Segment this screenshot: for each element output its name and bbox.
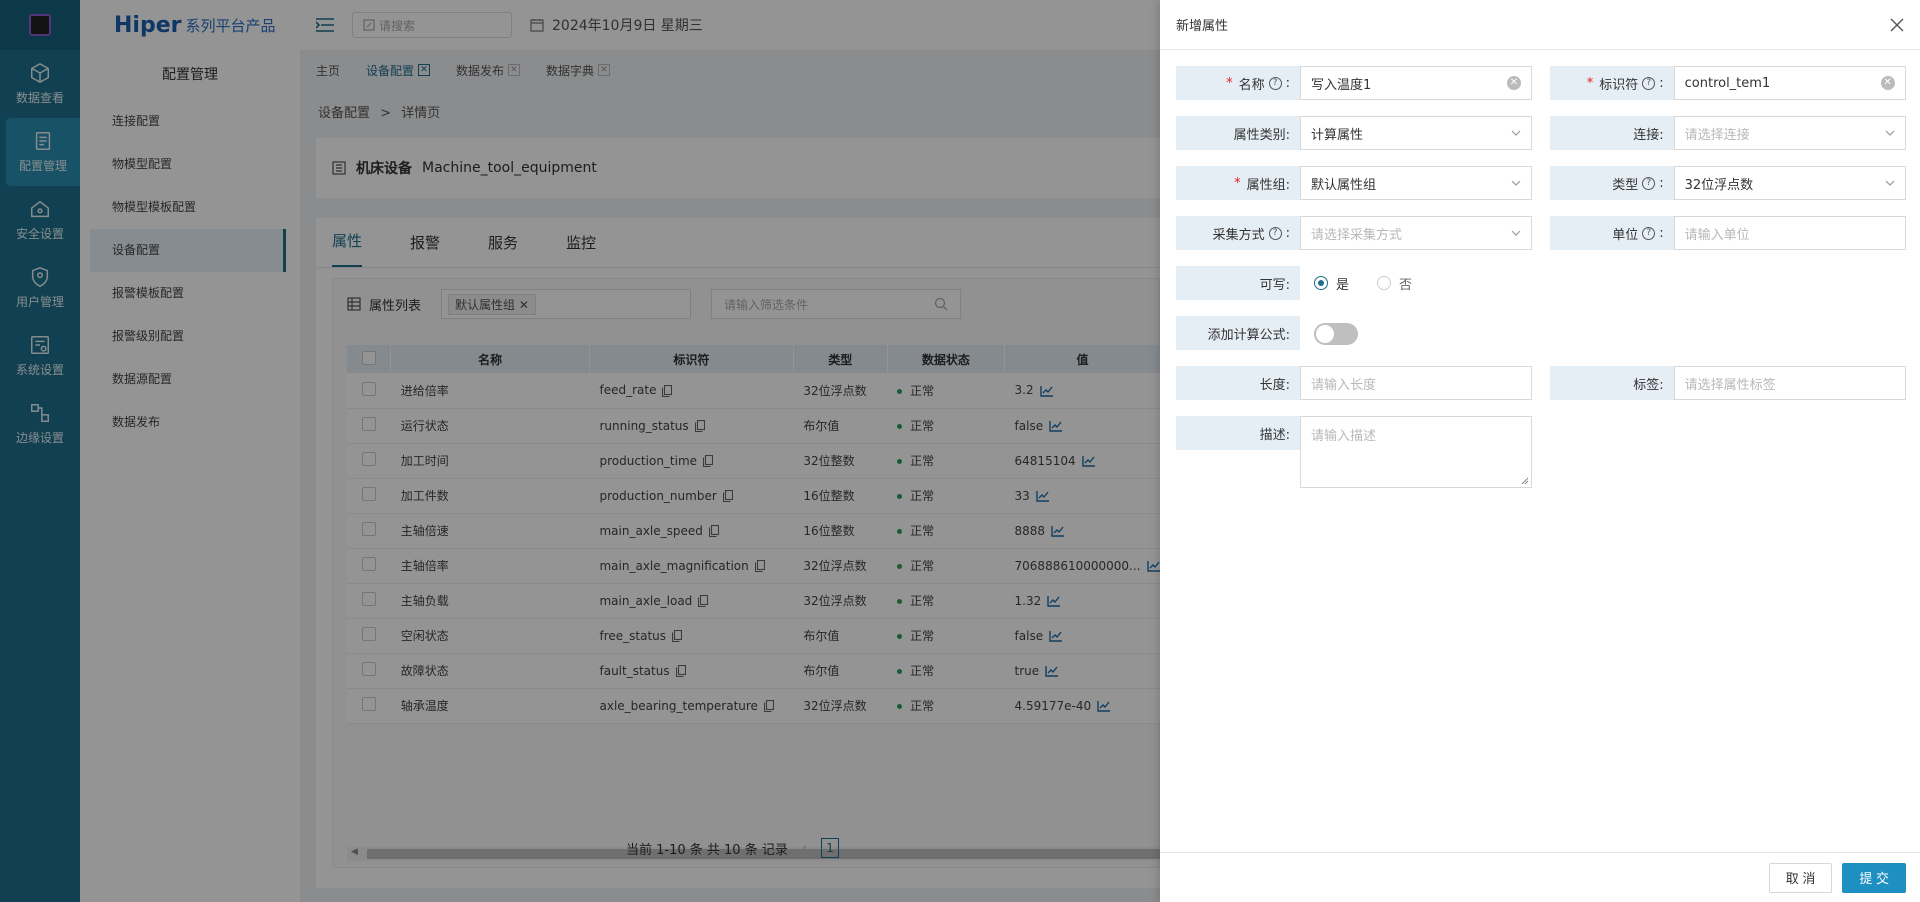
name-label-text: 名称 [1238, 77, 1265, 93]
drawer-header: 新增属性 [1160, 0, 1920, 50]
name-label: * 名称?: [1176, 66, 1300, 100]
length-placeholder: 请输入长度 [1311, 377, 1377, 393]
writable-field: 可写: 是 否 [1176, 266, 1548, 300]
name-input[interactable]: 写入温度1 ✕ [1300, 66, 1532, 100]
writable-radio-group: 是 否 [1300, 266, 1412, 300]
unit-label: 单位?: [1549, 216, 1674, 250]
colon: : [1285, 225, 1290, 241]
chevron-down-icon [1885, 130, 1895, 136]
group-select[interactable]: 默认属性组 [1300, 166, 1532, 200]
chevron-down-icon [1511, 130, 1521, 136]
name-field: * 名称?: 写入温度1 ✕ [1176, 66, 1532, 100]
submit-button[interactable]: 提 交 [1842, 862, 1906, 893]
length-label: 长度: [1176, 366, 1300, 400]
colon: : [1659, 175, 1664, 191]
category-value: 计算属性 [1311, 127, 1364, 143]
formula-toggle[interactable] [1314, 323, 1358, 345]
category-label: 属性类别: [1176, 116, 1300, 150]
type-label-text: 类型 [1612, 177, 1639, 193]
group-field: * 属性组: 默认属性组 [1176, 166, 1532, 200]
collect-placeholder: 请选择采集方式 [1311, 227, 1403, 243]
collect-select[interactable]: 请选择采集方式 [1300, 216, 1532, 250]
help-icon[interactable]: ? [1642, 176, 1656, 190]
colon: : [1285, 75, 1290, 91]
chevron-down-icon [1511, 180, 1521, 186]
unit-label-text: 单位 [1612, 227, 1639, 243]
cancel-button[interactable]: 取 消 [1768, 862, 1833, 893]
help-icon[interactable]: ? [1642, 226, 1656, 240]
tag-select[interactable]: 请选择属性标签 [1673, 366, 1906, 400]
modal-overlay[interactable] [0, 0, 1160, 902]
unit-placeholder: 请输入单位 [1684, 227, 1750, 243]
radio-dot [1377, 276, 1392, 290]
attribute-form: * 名称?: 写入温度1 ✕ * 标识符?: control_tem1 ✕ 属性类别: … [1176, 66, 1906, 504]
help-icon[interactable]: ? [1268, 226, 1282, 240]
writable-label: 可写: [1176, 266, 1300, 300]
description-placeholder: 请输入描述 [1311, 429, 1377, 444]
writable-yes-radio[interactable]: 是 [1314, 274, 1349, 293]
description-label: 描述: [1176, 416, 1300, 450]
length-field: 长度: 请输入长度 [1176, 366, 1532, 400]
collect-label: 采集方式?: [1176, 216, 1300, 250]
type-select[interactable]: 32位浮点数 [1673, 166, 1906, 200]
category-field: 属性类别: 计算属性 [1176, 116, 1532, 150]
connection-placeholder: 请选择连接 [1684, 127, 1750, 143]
collect-label-text: 采集方式 [1212, 227, 1265, 243]
clear-icon[interactable]: ✕ [1880, 76, 1895, 90]
tag-label: 标签: [1549, 366, 1674, 400]
unit-input[interactable]: 请输入单位 [1673, 216, 1906, 250]
description-field: 描述: 请输入描述 [1176, 416, 1548, 488]
identifier-input[interactable]: control_tem1 ✕ [1673, 66, 1906, 100]
formula-field: 添加计算公式: [1176, 316, 1548, 350]
identifier-label-text: 标识符 [1599, 77, 1639, 93]
resize-grip-icon[interactable] [1521, 477, 1529, 485]
identifier-label: * 标识符?: [1549, 66, 1674, 100]
radio-dot [1314, 276, 1328, 290]
group-label-text: 属性组: [1246, 177, 1290, 193]
colon: : [1659, 225, 1664, 241]
group-label: * 属性组: [1176, 166, 1300, 200]
type-value: 32位浮点数 [1684, 177, 1754, 193]
writable-no-radio[interactable]: 否 [1377, 274, 1412, 293]
group-value: 默认属性组 [1311, 177, 1377, 193]
add-attribute-drawer: 新增属性 * 名称?: 写入温度1 ✕ * 标识符?: control_tem1 ✕ 属… [1160, 0, 1920, 902]
tag-field: 标签: 请选择属性标签 [1549, 366, 1906, 400]
type-field: 类型?: 32位浮点数 [1549, 166, 1906, 200]
connection-field: 连接: 请选择连接 [1549, 116, 1906, 150]
required-mark: * [1586, 75, 1594, 91]
chevron-down-icon [1511, 230, 1521, 236]
identifier-field: * 标识符?: control_tem1 ✕ [1549, 66, 1906, 100]
collect-field: 采集方式?: 请选择采集方式 [1176, 216, 1532, 250]
formula-label: 添加计算公式: [1176, 316, 1300, 350]
description-textarea[interactable]: 请输入描述 [1300, 416, 1532, 488]
radio-label: 是 [1336, 277, 1350, 293]
name-value: 写入温度1 [1311, 77, 1372, 93]
length-input[interactable]: 请输入长度 [1300, 366, 1532, 400]
chevron-down-icon [1885, 180, 1895, 186]
drawer-footer: 取 消 提 交 [1160, 852, 1920, 902]
connection-select[interactable]: 请选择连接 [1673, 116, 1906, 150]
help-icon[interactable]: ? [1642, 76, 1656, 90]
required-mark: * [1234, 175, 1241, 191]
colon: : [1659, 75, 1664, 91]
help-icon[interactable]: ? [1268, 76, 1282, 90]
close-icon[interactable] [1890, 18, 1904, 32]
required-mark: * [1226, 75, 1233, 91]
unit-field: 单位?: 请输入单位 [1549, 216, 1906, 250]
drawer-title: 新增属性 [1176, 19, 1229, 34]
identifier-value: control_tem1 [1684, 75, 1771, 91]
clear-icon[interactable]: ✕ [1507, 76, 1521, 90]
connection-label: 连接: [1549, 116, 1674, 150]
type-label: 类型?: [1549, 166, 1674, 200]
radio-label: 否 [1399, 277, 1413, 293]
category-select[interactable]: 计算属性 [1300, 116, 1532, 150]
tag-placeholder: 请选择属性标签 [1684, 377, 1776, 393]
